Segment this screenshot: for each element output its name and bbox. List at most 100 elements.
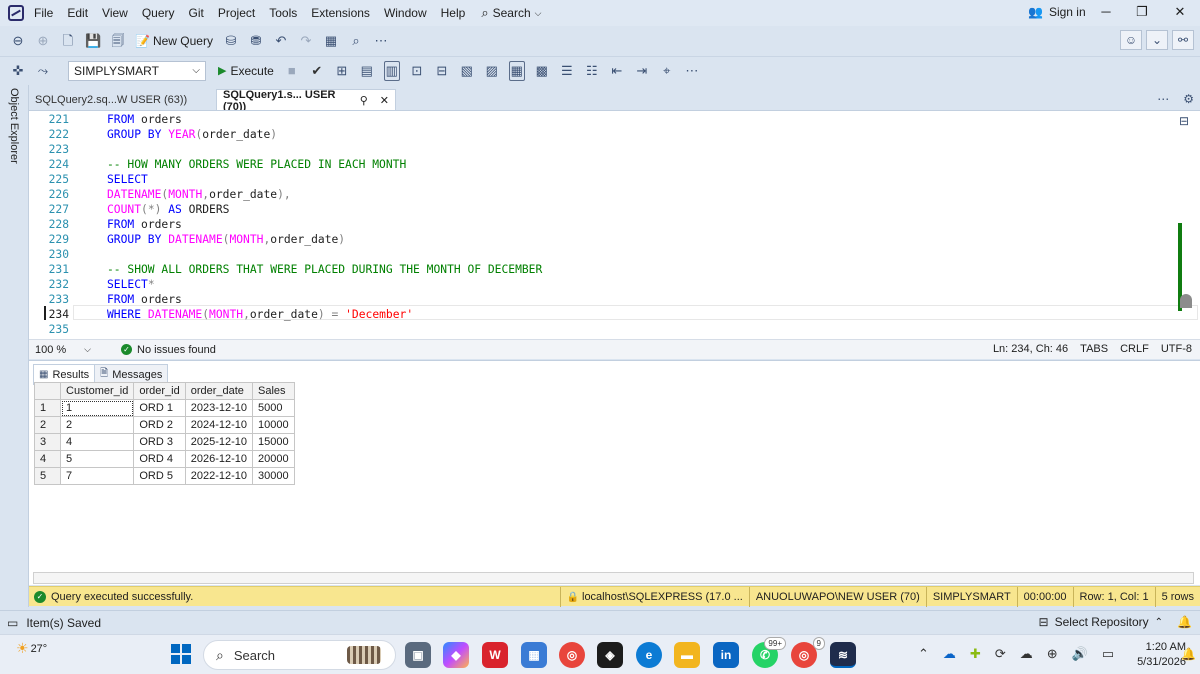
file-explorer-icon[interactable]: ▬ <box>674 642 700 668</box>
code-line[interactable]: 232 SELECT* <box>29 277 1179 292</box>
code-line[interactable]: 225 SELECT <box>29 172 1179 187</box>
query-options-icon[interactable]: ▤ <box>359 62 375 80</box>
minimize-icon[interactable]: ─ <box>1096 4 1116 19</box>
undo-icon[interactable]: ↶ <box>273 32 289 50</box>
table-cell[interactable]: 2026-12-10 <box>184 450 254 468</box>
connect-icon[interactable]: ⤳ <box>35 62 51 80</box>
indent-icon[interactable]: ⇥ <box>634 62 650 80</box>
copilot-icon[interactable]: ☺ <box>1120 30 1142 50</box>
onedrive-icon[interactable]: ☁ <box>943 646 956 662</box>
app-tray-icon[interactable]: ✚ <box>970 646 981 662</box>
code-line[interactable]: 231 -- SHOW ALL ORDERS THAT WERE PLACED D… <box>29 262 1179 277</box>
table-row[interactable]: 3 4 ORD 3 2025-12-10 15000 <box>34 433 295 451</box>
output-icon[interactable]: ▭ <box>7 616 18 630</box>
results-grid[interactable]: Customer_id order_id order_date Sales 11… <box>34 382 295 485</box>
table-cell[interactable]: ORD 1 <box>133 399 186 417</box>
live-stats-icon[interactable]: ⊟ <box>434 62 450 80</box>
share-icon[interactable]: ⚯ <box>1172 30 1194 50</box>
pin-icon[interactable]: ✜ <box>10 62 26 80</box>
results-to-text-icon[interactable]: ▨ <box>484 62 500 80</box>
chart-icon[interactable]: ▦ <box>323 32 339 50</box>
menu-query[interactable]: Query <box>142 6 175 20</box>
row-number[interactable]: 5 <box>34 467 61 485</box>
table-cell[interactable]: ORD 5 <box>133 467 186 485</box>
menu-view[interactable]: View <box>102 6 128 20</box>
table-cell[interactable]: 20000 <box>252 450 295 468</box>
issues-indicator[interactable]: ✓ No issues found <box>121 344 216 356</box>
select-repository-button[interactable]: ⊟ Select Repository ⌃ 🔔 <box>1039 615 1192 629</box>
code-line[interactable]: 222 GROUP BY YEAR(order_date) <box>29 127 1179 142</box>
column-header[interactable]: Customer_id <box>59 382 135 400</box>
table-cell[interactable]: 4 <box>59 433 135 451</box>
chrome-profile-icon[interactable]: ◎ 9 <box>791 637 825 668</box>
more-icon[interactable]: ⋯ <box>684 62 700 80</box>
bell-icon[interactable]: 🔔 <box>1177 615 1192 629</box>
code-line[interactable]: 224 -- HOW MANY ORDERS WERE PLACED IN EAC… <box>29 157 1179 172</box>
zoom-select[interactable]: 100 % ⌵ <box>35 344 91 356</box>
menu-search[interactable]: ⌕ Search ⌵ <box>481 5 541 21</box>
copilot-app-icon[interactable]: ◆ <box>443 642 469 668</box>
save-all-icon[interactable]: 🗐 <box>110 32 126 50</box>
chevron-down-icon[interactable]: ⌄ <box>1146 30 1168 50</box>
column-header[interactable]: order_date <box>184 382 254 400</box>
menu-edit[interactable]: Edit <box>67 6 88 20</box>
menu-help[interactable]: Help <box>441 6 466 20</box>
table-cell[interactable]: 1 <box>59 399 135 417</box>
linkedin-icon[interactable]: in <box>713 642 739 668</box>
results-scrollbar[interactable] <box>33 572 1194 584</box>
edge-icon[interactable]: e <box>636 642 662 668</box>
new-query-button[interactable]: 📝 New Query <box>135 34 213 48</box>
results-to-grid-icon[interactable]: ▦ <box>508 60 525 81</box>
start-button[interactable] <box>171 644 191 664</box>
execute-button[interactable]: ▶ Execute <box>218 64 274 78</box>
redo-icon[interactable]: ↷ <box>298 32 314 50</box>
table-cell[interactable]: 2 <box>59 416 135 434</box>
table-cell[interactable]: ORD 3 <box>133 433 186 451</box>
code-line[interactable]: 234 WHERE DATENAME(MONTH,order_date) = 'D… <box>29 307 1179 322</box>
forward-icon[interactable]: ⊕ <box>35 32 51 50</box>
volume-icon[interactable]: 🔊 <box>1072 646 1088 662</box>
notification-bell-icon[interactable]: 🔔 <box>1181 647 1196 661</box>
row-number[interactable]: 1 <box>34 399 61 417</box>
column-header[interactable]: order_id <box>133 382 186 400</box>
tab-sqlquery1[interactable]: SQLQuery1.s... USER (70)) ⚲ ✕ <box>216 89 396 113</box>
specify-values-icon[interactable]: ⌖ <box>659 62 675 80</box>
table-cell[interactable]: 10000 <box>252 416 295 434</box>
code-line[interactable]: 221 FROM orders <box>29 112 1179 127</box>
table-cell[interactable]: 5000 <box>252 399 295 417</box>
chevron-up-icon[interactable]: ⌃ <box>918 646 929 662</box>
table-cell[interactable]: 2025-12-10 <box>184 433 254 451</box>
task-view-icon[interactable]: ▣ <box>405 642 431 668</box>
code-line[interactable]: 223 <box>29 142 1179 157</box>
table-cell[interactable]: ORD 4 <box>133 450 186 468</box>
row-number[interactable]: 2 <box>34 416 61 434</box>
taskbar-search[interactable]: ⌕ Search <box>203 640 396 670</box>
table-cell[interactable]: 2022-12-10 <box>184 467 254 485</box>
analysis-icon[interactable]: ⛃ <box>248 32 264 50</box>
ssms-taskbar-icon[interactable]: ≋ <box>830 642 856 668</box>
table-row[interactable]: 5 7 ORD 5 2022-12-10 30000 <box>34 467 295 485</box>
parse-checkmark-icon[interactable]: ✔ <box>309 62 325 80</box>
close-icon[interactable]: ✕ <box>380 94 389 107</box>
split-editor-icon[interactable]: ⊟ <box>1179 114 1189 128</box>
new-item-icon[interactable]: 🗋 <box>60 32 76 50</box>
line-ending[interactable]: CRLF <box>1120 343 1149 355</box>
language-icon[interactable]: ⊕ <box>1047 646 1058 662</box>
code-line[interactable]: 226 DATENAME(MONTH,order_date), <box>29 187 1179 202</box>
find-icon[interactable]: ⌕ <box>348 32 364 50</box>
cloud-icon[interactable]: ☁ <box>1020 646 1033 662</box>
intellisense-icon[interactable]: ▥ <box>383 60 400 81</box>
close-icon[interactable]: ✕ <box>1170 4 1190 20</box>
table-cell[interactable]: 7 <box>59 467 135 485</box>
restore-icon[interactable]: ❐ <box>1132 4 1152 20</box>
whatsapp-icon[interactable]: ✆ 99+ <box>752 637 786 668</box>
code-line[interactable]: 230 <box>29 247 1179 262</box>
menu-project[interactable]: Project <box>218 6 255 20</box>
table-cell[interactable]: 5 <box>59 450 135 468</box>
code-editor[interactable]: 221 FROM orders 222 GROUP BY YEAR(order_dat… <box>29 110 1200 339</box>
menu-file[interactable]: File <box>34 6 53 20</box>
gear-icon[interactable]: ⚙ <box>1183 92 1194 106</box>
database-select[interactable]: SIMPLYSMART ⌵ <box>68 60 206 81</box>
scrollbar-thumb[interactable] <box>1180 294 1192 308</box>
menu-extensions[interactable]: Extensions <box>311 6 370 20</box>
